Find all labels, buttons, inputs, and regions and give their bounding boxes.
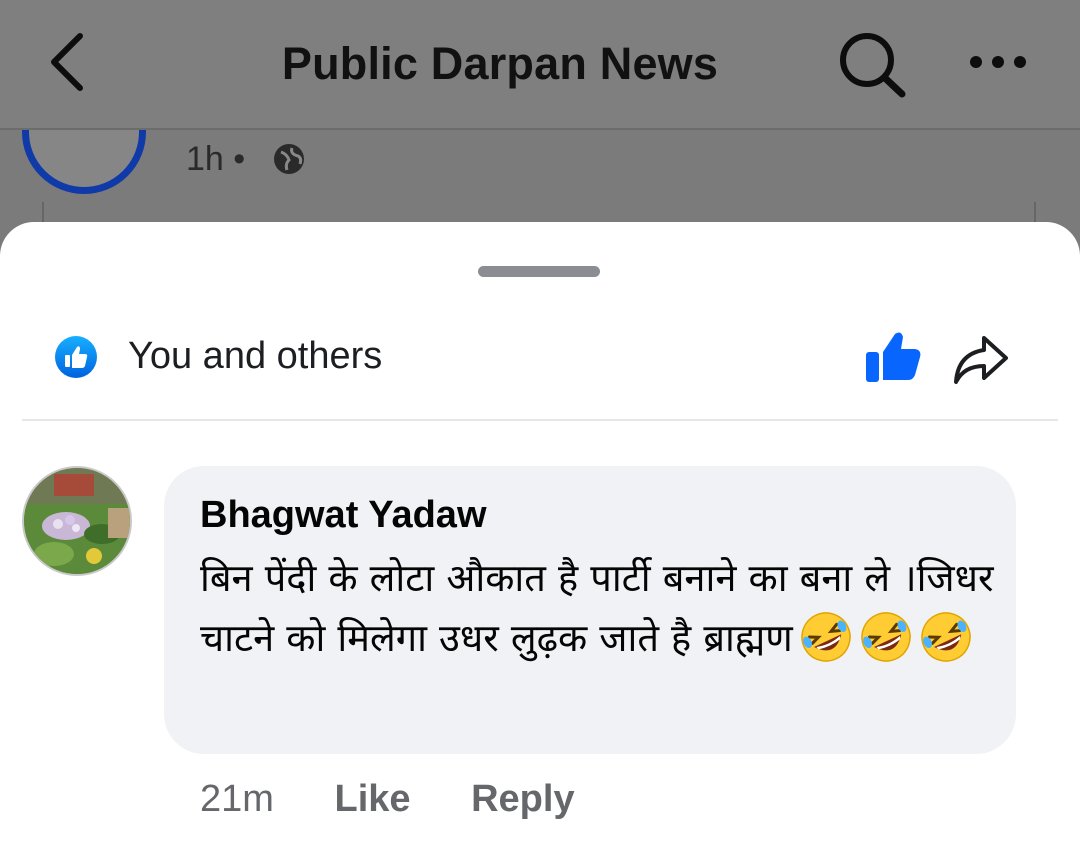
comment-text: बिन पेंदी के लोटा औकात है पार्टी बनाने क…: [200, 548, 1000, 668]
thumbs-up-icon[interactable]: [862, 328, 924, 386]
drag-handle[interactable]: [478, 266, 600, 277]
like-button[interactable]: Like: [334, 778, 410, 820]
share-icon[interactable]: [950, 332, 1010, 388]
comment-bubble[interactable]: Bhagwat Yadaw बिन पेंदी के लोटा औकात है …: [164, 466, 1016, 754]
comment-author[interactable]: Bhagwat Yadaw: [200, 494, 487, 537]
commenter-avatar[interactable]: [22, 466, 132, 576]
emoji-row: [793, 611, 973, 662]
like-reaction-icon: [55, 336, 97, 378]
reply-button[interactable]: Reply: [471, 778, 574, 820]
more-horizontal-icon[interactable]: [966, 52, 1030, 72]
comment-actions: 21m Like Reply: [200, 778, 625, 821]
app-header: Public Darpan News: [0, 0, 1080, 130]
rolling-on-floor-laughing-emoji: [801, 611, 851, 662]
reactions-summary[interactable]: You and others: [128, 335, 382, 378]
globe-icon: [274, 144, 304, 174]
comments-sheet: You and others Bhagwat Yadaw बिन पेंदी क…: [0, 222, 1080, 855]
garden-photo: [24, 468, 130, 574]
page-avatar: [22, 130, 146, 194]
rolling-on-floor-laughing-emoji: [861, 611, 911, 662]
post-time: 1h •: [186, 140, 246, 178]
rolling-on-floor-laughing-emoji: [921, 611, 971, 662]
divider: [22, 419, 1058, 421]
search-icon[interactable]: [834, 30, 910, 100]
comment-time: 21m: [200, 778, 274, 820]
